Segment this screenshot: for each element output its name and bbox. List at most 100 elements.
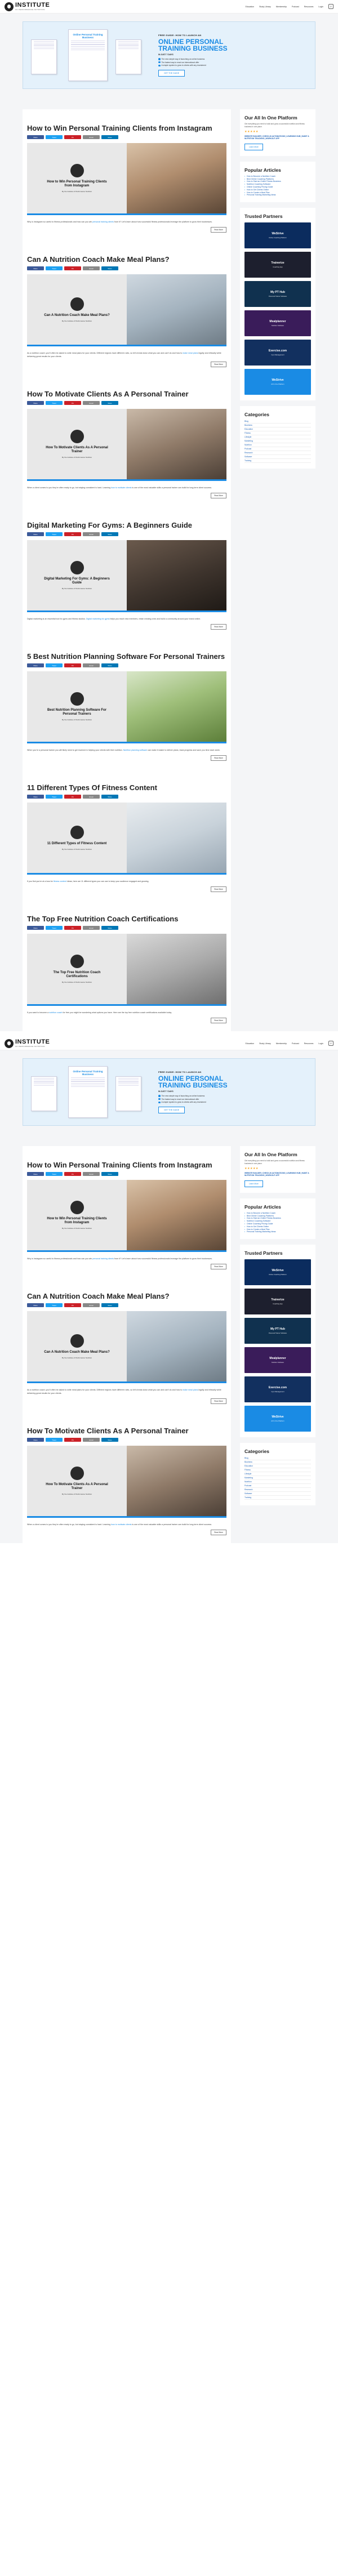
category-link[interactable]: Marketing — [244, 439, 311, 444]
featured-image[interactable]: How To Motivate Clients As A Personal Tr… — [27, 409, 226, 481]
share-button-email[interactable]: Email — [83, 926, 100, 930]
popular-article-link[interactable]: Personal Training Marketing Ideas — [244, 194, 311, 197]
nav-study-library[interactable]: Study Library — [259, 1042, 271, 1045]
share-button-twitter[interactable]: Tweet — [46, 926, 63, 930]
category-link[interactable]: Training — [244, 459, 311, 463]
share-button-linkedin[interactable]: Share — [101, 266, 118, 270]
share-button-facebook[interactable]: Share — [27, 1172, 44, 1176]
share-button-pinterest[interactable]: Pin — [64, 135, 81, 139]
share-button-twitter[interactable]: Tweet — [46, 663, 63, 667]
share-button-email[interactable]: Email — [83, 532, 100, 536]
excerpt-link[interactable]: Digital marketing for gyms — [86, 618, 110, 620]
category-link[interactable]: Business — [244, 424, 311, 428]
partner-ad[interactable]: WeStrive Online Coaching Platform — [244, 222, 311, 249]
category-link[interactable]: Research — [244, 451, 311, 456]
nav-podcast[interactable]: Podcast — [292, 1042, 299, 1045]
article-title[interactable]: Can A Nutrition Coach Make Meal Plans? — [27, 1292, 226, 1300]
partner-ad[interactable]: WeStrive Online Coaching Platform — [244, 1259, 311, 1286]
share-button-pinterest[interactable]: Pin — [64, 1172, 81, 1176]
share-button-pinterest[interactable]: Pin — [64, 1303, 81, 1307]
category-link[interactable]: Nutrition — [244, 1480, 311, 1485]
category-link[interactable]: Software — [244, 1492, 311, 1496]
excerpt-link[interactable]: fitness content — [54, 880, 66, 883]
featured-image[interactable]: The Top Free Nutrition Coach Certificati… — [27, 934, 226, 1006]
article-title[interactable]: 5 Best Nutrition Planning Software For P… — [27, 652, 226, 661]
nav-podcast[interactable]: Podcast — [292, 6, 299, 8]
share-button-email[interactable]: Email — [83, 795, 100, 799]
read-more-button[interactable]: Read More — [211, 227, 226, 233]
read-more-button[interactable]: Read More — [211, 1264, 226, 1269]
share-button-twitter[interactable]: Tweet — [46, 1303, 63, 1307]
article-title[interactable]: How To Motivate Clients As A Personal Tr… — [27, 1427, 226, 1435]
featured-image[interactable]: Digital Marketing For Gyms: A Beginners … — [27, 540, 226, 612]
partner-ad[interactable]: My PT Hub Personal Trainer Software — [244, 281, 311, 307]
share-button-pinterest[interactable]: Pin — [64, 266, 81, 270]
nav-login[interactable]: Login — [318, 1042, 323, 1045]
excerpt-link[interactable]: Nutrition planning software — [123, 749, 148, 751]
share-button-linkedin[interactable]: Share — [101, 532, 118, 536]
excerpt-link[interactable]: make meal plans — [183, 1389, 198, 1391]
share-button-linkedin[interactable]: Share — [101, 1303, 118, 1307]
category-link[interactable]: Nutrition — [244, 443, 311, 448]
featured-image[interactable]: How To Motivate Clients As A Personal Tr… — [27, 1446, 226, 1518]
category-link[interactable]: Software — [244, 455, 311, 460]
share-button-linkedin[interactable]: Share — [101, 401, 118, 405]
nav-resources[interactable]: Resources — [304, 1042, 314, 1045]
share-button-linkedin[interactable]: Share — [101, 135, 118, 139]
share-button-linkedin[interactable]: Share — [101, 1438, 118, 1442]
partner-ad[interactable]: Trainerize Coaching App — [244, 252, 311, 278]
excerpt-link[interactable]: personal training clients — [92, 1258, 114, 1260]
category-link[interactable]: Lifestyle — [244, 435, 311, 440]
share-button-twitter[interactable]: Tweet — [46, 795, 63, 799]
share-button-pinterest[interactable]: Pin — [64, 663, 81, 667]
share-button-email[interactable]: Email — [83, 1303, 100, 1307]
read-more-button[interactable]: Read More — [211, 624, 226, 630]
partner-ad[interactable]: WeStrive All In One Platform — [244, 369, 311, 395]
category-link[interactable]: Lifestyle — [244, 1472, 311, 1477]
share-button-twitter[interactable]: Tweet — [46, 266, 63, 270]
share-button-twitter[interactable]: Tweet — [46, 135, 63, 139]
featured-image[interactable]: 11 Different Types of Fitness Content By… — [27, 803, 226, 875]
share-button-facebook[interactable]: Share — [27, 1438, 44, 1442]
partner-ad[interactable]: WeStrive All In One Platform — [244, 1406, 311, 1432]
share-button-twitter[interactable]: Tweet — [46, 532, 63, 536]
nav-resources[interactable]: Resources — [304, 6, 314, 8]
share-button-facebook[interactable]: Share — [27, 532, 44, 536]
article-title[interactable]: How to Win Personal Training Clients fro… — [27, 124, 226, 132]
partner-ad[interactable]: Mealplanner Nutrition Software — [244, 1347, 311, 1374]
share-button-facebook[interactable]: Share — [27, 663, 44, 667]
share-button-pinterest[interactable]: Pin — [64, 401, 81, 405]
article-title[interactable]: How To Motivate Clients As A Personal Tr… — [27, 390, 226, 398]
share-button-email[interactable]: Email — [83, 135, 100, 139]
read-more-button[interactable]: Read More — [211, 493, 226, 498]
nav-education[interactable]: Education — [246, 6, 255, 8]
category-link[interactable]: Education — [244, 1464, 311, 1469]
category-link[interactable]: Fitness — [244, 1468, 311, 1473]
partner-ad[interactable]: Exercise.com Gym Management — [244, 1376, 311, 1403]
share-button-twitter[interactable]: Tweet — [46, 1172, 63, 1176]
share-button-facebook[interactable]: Share — [27, 1303, 44, 1307]
partner-ad[interactable]: Mealplanner Nutrition Software — [244, 310, 311, 337]
category-link[interactable]: Blog — [244, 420, 311, 424]
article-title[interactable]: 11 Different Types Of Fitness Content — [27, 783, 226, 792]
site-logo[interactable]: INSTITUTE OF PERFORMANCE NUTRITION — [5, 1039, 50, 1048]
share-button-facebook[interactable]: Share — [27, 266, 44, 270]
share-button-email[interactable]: Email — [83, 1172, 100, 1176]
share-button-pinterest[interactable]: Pin — [64, 926, 81, 930]
excerpt-link[interactable]: personal training clients — [92, 221, 114, 223]
share-button-email[interactable]: Email — [83, 663, 100, 667]
share-button-twitter[interactable]: Tweet — [46, 401, 63, 405]
article-title[interactable]: Can A Nutrition Coach Make Meal Plans? — [27, 255, 226, 264]
excerpt-link[interactable]: nutrition coach — [49, 1011, 62, 1014]
read-more-button[interactable]: Read More — [211, 886, 226, 892]
share-button-email[interactable]: Email — [83, 401, 100, 405]
search-icon[interactable]: ⌕ — [328, 4, 333, 9]
share-button-facebook[interactable]: Share — [27, 135, 44, 139]
featured-image[interactable]: Can A Nutrition Coach Make Meal Plans? B… — [27, 1311, 226, 1383]
read-more-button[interactable]: Read More — [211, 362, 226, 367]
category-link[interactable]: Blog — [244, 1456, 311, 1461]
partner-ad[interactable]: My PT Hub Personal Trainer Software — [244, 1318, 311, 1344]
share-button-linkedin[interactable]: Share — [101, 1172, 118, 1176]
excerpt-link[interactable]: make meal plans — [183, 352, 198, 354]
featured-image[interactable]: How to Win Personal Training Clients fro… — [27, 143, 226, 215]
